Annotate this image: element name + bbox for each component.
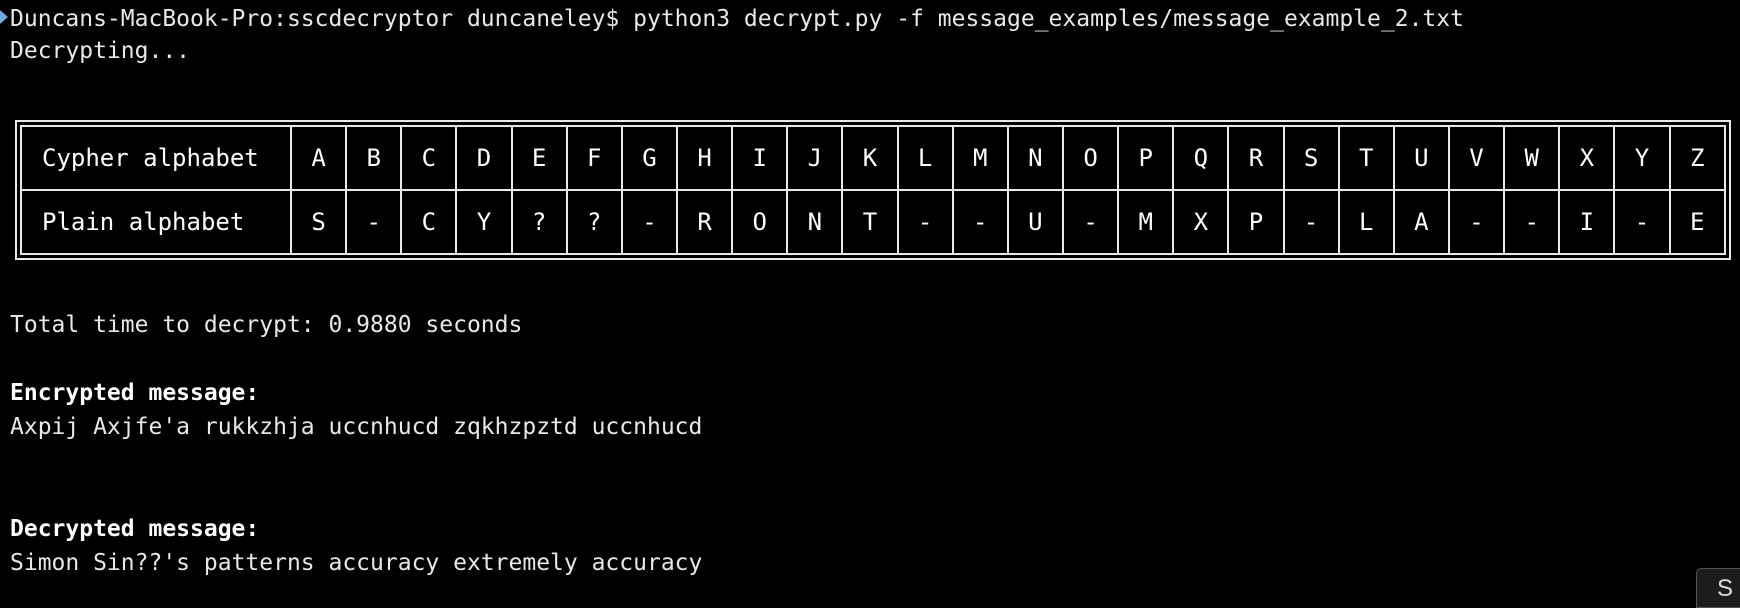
plain-letter-cell: - — [345, 189, 403, 255]
plain-letter-cell: - — [951, 189, 1009, 255]
plain-letter-cell: U — [1006, 189, 1064, 255]
cypher-letter-cell: K — [841, 125, 899, 191]
cypher-letter-cell: J — [786, 125, 844, 191]
cypher-letter-cell: Y — [1613, 125, 1671, 191]
plain-letter-cell: R — [675, 189, 734, 255]
cypher-letter-cell: X — [1558, 125, 1616, 191]
plain-letter-cell: ? — [510, 189, 568, 255]
plain-letter-cell: Y — [455, 189, 513, 255]
plain-row: Plain alphabet S - C Y?? - R O N T - - U - M X P - L A - - I -… — [20, 189, 1727, 255]
decrypted-text: Simon Sin??'s patterns accuracy extremel… — [10, 550, 703, 576]
prompt-marker-icon — [0, 10, 8, 24]
corner-button[interactable]: S — [1696, 568, 1740, 608]
cypher-letter-cell: H — [675, 125, 734, 191]
plain-letter-cell: - — [1447, 189, 1506, 255]
cypher-letter-cell: G — [620, 125, 678, 191]
plain-letter-cell: - — [1282, 189, 1340, 255]
cypher-letter-cell: L — [896, 125, 954, 191]
cypher-letter-cell: Z — [1668, 125, 1727, 191]
plain-letter-cell: P — [1227, 189, 1285, 255]
cypher-letter-cell: N — [1006, 125, 1064, 191]
cypher-letter-cell: I — [731, 125, 789, 191]
cypher-letter-cell: S — [1282, 125, 1340, 191]
command-line: Duncans-MacBook-Pro:sscdecryptor duncane… — [10, 6, 1464, 32]
plain-letter-cell: - — [896, 189, 954, 255]
cypher-letter-cell: E — [510, 125, 568, 191]
plain-letter-cell: - — [1061, 189, 1120, 255]
terminal-window[interactable]: Duncans-MacBook-Pro:sscdecryptor duncane… — [0, 0, 1740, 608]
alphabet-table: Cypher alphabet ABCDEFGHIJKLMNOPQRSTUVWX… — [15, 120, 1731, 260]
plain-letter-cell: O — [731, 189, 789, 255]
plain-letter-cell: X — [1172, 189, 1230, 255]
plain-letter-cell: L — [1337, 189, 1395, 255]
cypher-letter-cell: W — [1503, 125, 1561, 191]
plain-letter-cell: A — [1392, 189, 1450, 255]
cypher-letter-cell: P — [1117, 125, 1175, 191]
plain-letter-cell: C — [400, 189, 458, 255]
cypher-letter-cell: Q — [1172, 125, 1230, 191]
plain-letter-cell: M — [1117, 189, 1175, 255]
cypher-letter-cell: V — [1447, 125, 1506, 191]
cypher-letter-cell: F — [565, 125, 623, 191]
plain-letter-cell: S — [289, 189, 348, 255]
decrypted-heading: Decrypted message: — [10, 516, 260, 542]
plain-letter-cell: T — [841, 189, 899, 255]
plain-letter-cell: I — [1558, 189, 1616, 255]
encrypted-heading: Encrypted message: — [10, 380, 260, 406]
cypher-row: Cypher alphabet ABCDEFGHIJKLMNOPQRSTUVWX… — [20, 125, 1727, 191]
row-label: Plain alphabet — [20, 189, 292, 255]
plain-letter-cell: - — [1613, 189, 1671, 255]
cypher-letter-cell: D — [455, 125, 513, 191]
plain-letter-cell: E — [1668, 189, 1727, 255]
encrypted-text: Axpij Axjfe'a rukkzhja uccnhucd zqkhzpzt… — [10, 414, 703, 440]
cypher-letter-cell: U — [1392, 125, 1450, 191]
plain-letter-cell: - — [1503, 189, 1561, 255]
cypher-letter-cell: R — [1227, 125, 1285, 191]
plain-letter-cell: N — [786, 189, 844, 255]
cypher-letter-cell: C — [400, 125, 458, 191]
cypher-letter-cell: O — [1061, 125, 1120, 191]
cypher-letter-cell: T — [1337, 125, 1395, 191]
status-line: Decrypting... — [10, 38, 191, 64]
cypher-letter-cell: M — [951, 125, 1009, 191]
plain-letter-cell: ? — [565, 189, 623, 255]
cypher-letter-cell: A — [289, 125, 348, 191]
plain-letter-cell: - — [620, 189, 678, 255]
cypher-letter-cell: B — [345, 125, 403, 191]
time-line: Total time to decrypt: 0.9880 seconds — [10, 312, 523, 338]
row-label: Cypher alphabet — [20, 125, 292, 191]
